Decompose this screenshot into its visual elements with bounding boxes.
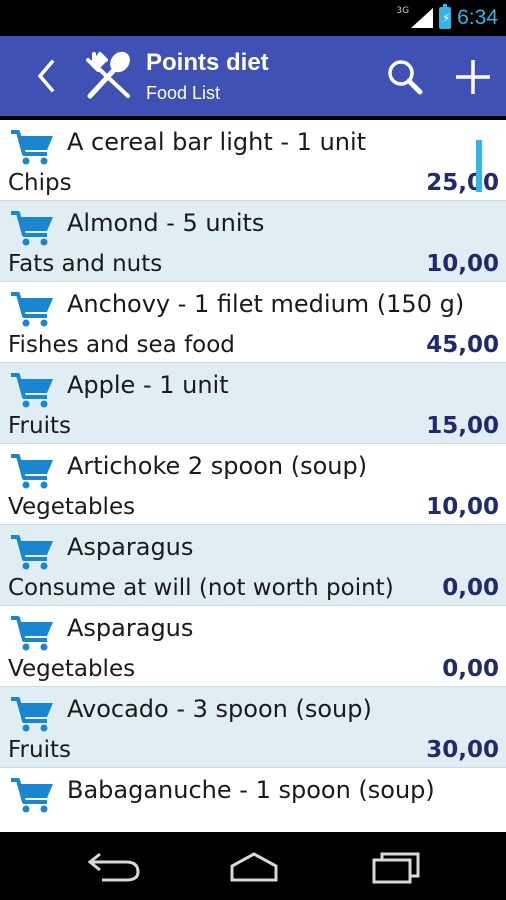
food-category: Fruits [8, 737, 71, 763]
nav-home-icon[interactable] [226, 850, 282, 884]
list-item[interactable]: Almond - 5 units Fats and nuts 10,00 [0, 201, 506, 282]
list-item[interactable]: Asparagus Consume at will (not worth poin… [0, 525, 506, 606]
food-points: 30,00 [426, 737, 499, 763]
food-points: 25,00 [426, 170, 499, 196]
list-item[interactable]: Anchovy - 1 filet medium (150 g) Fishes a… [0, 282, 506, 363]
plus-icon[interactable] [452, 56, 494, 98]
scrollbar-thumb[interactable] [476, 140, 482, 192]
battery-icon: ⚡ [439, 4, 452, 29]
shopping-cart-icon[interactable] [9, 776, 55, 814]
fork-spoon-icon[interactable] [84, 50, 134, 100]
food-name: Anchovy - 1 filet medium (150 g) [67, 290, 465, 318]
search-icon[interactable] [384, 56, 426, 98]
list-item[interactable]: Asparagus Vegetables 0,00 [0, 606, 506, 687]
food-name: A cereal bar light - 1 unit [67, 128, 367, 156]
food-name: Apple - 1 unit [67, 371, 229, 399]
shopping-cart-icon[interactable] [9, 209, 55, 247]
food-name: Babaganuche - 1 spoon (soup) [67, 776, 435, 804]
list-item[interactable]: Avocado - 3 spoon (soup) Fruits 30,00 [0, 687, 506, 768]
food-name: Asparagus [67, 533, 194, 561]
food-name: Avocado - 3 spoon (soup) [67, 695, 372, 723]
food-points: 0,00 [442, 575, 499, 601]
list-item[interactable]: Apple - 1 unit Fruits 15,00 [0, 363, 506, 444]
list-item[interactable]: A cereal bar light - 1 unit Chips 25,00 [0, 120, 506, 201]
food-category: Fruits [8, 413, 71, 439]
food-points: 0,00 [442, 656, 499, 682]
list-item[interactable]: Artichoke 2 spoon (soup) Vegetables 10,00 [0, 444, 506, 525]
shopping-cart-icon[interactable] [9, 371, 55, 409]
food-name: Almond - 5 units [67, 209, 265, 237]
status-icons: 3G ⚡ 6:34 [396, 0, 498, 36]
action-bar: Points diet Food List [0, 36, 506, 116]
page-subtitle: Food List [146, 83, 221, 103]
food-points: 10,00 [426, 494, 499, 520]
food-name: Artichoke 2 spoon (soup) [67, 452, 368, 480]
food-points: 15,00 [426, 413, 499, 439]
food-category: Vegetables [8, 494, 136, 520]
network-type: 3G [396, 6, 410, 16]
signal-icon [411, 8, 434, 28]
food-points: 10,00 [426, 251, 499, 277]
shopping-cart-icon[interactable] [9, 128, 55, 166]
shopping-cart-icon[interactable] [9, 290, 55, 328]
food-category: Chips [8, 170, 72, 196]
food-points: 45,00 [426, 332, 499, 358]
food-name: Asparagus [67, 614, 194, 642]
title-block: Points diet Food List [146, 46, 269, 106]
shopping-cart-icon[interactable] [9, 452, 55, 490]
food-list[interactable]: A cereal bar light - 1 unit Chips 25,00 Alm… [0, 120, 506, 832]
page-title: Points diet [146, 49, 269, 76]
food-category: Fats and nuts [8, 251, 163, 277]
status-bar: 3G ⚡ 6:34 [0, 0, 506, 36]
back-arrow-icon [37, 59, 55, 93]
nav-back-icon[interactable] [86, 850, 142, 884]
status-clock: 6:34 [457, 6, 498, 29]
navigation-bar [0, 832, 506, 900]
nav-recents-icon[interactable] [368, 850, 424, 884]
back-button[interactable] [28, 56, 64, 96]
food-category: Vegetables [8, 656, 136, 682]
shopping-cart-icon[interactable] [9, 695, 55, 733]
list-item[interactable]: Babaganuche - 1 spoon (soup) [0, 768, 506, 832]
food-category: Consume at will (not worth point) [8, 575, 394, 601]
shopping-cart-icon[interactable] [9, 533, 55, 571]
food-category: Fishes and sea food [8, 332, 235, 358]
shopping-cart-icon[interactable] [9, 614, 55, 652]
